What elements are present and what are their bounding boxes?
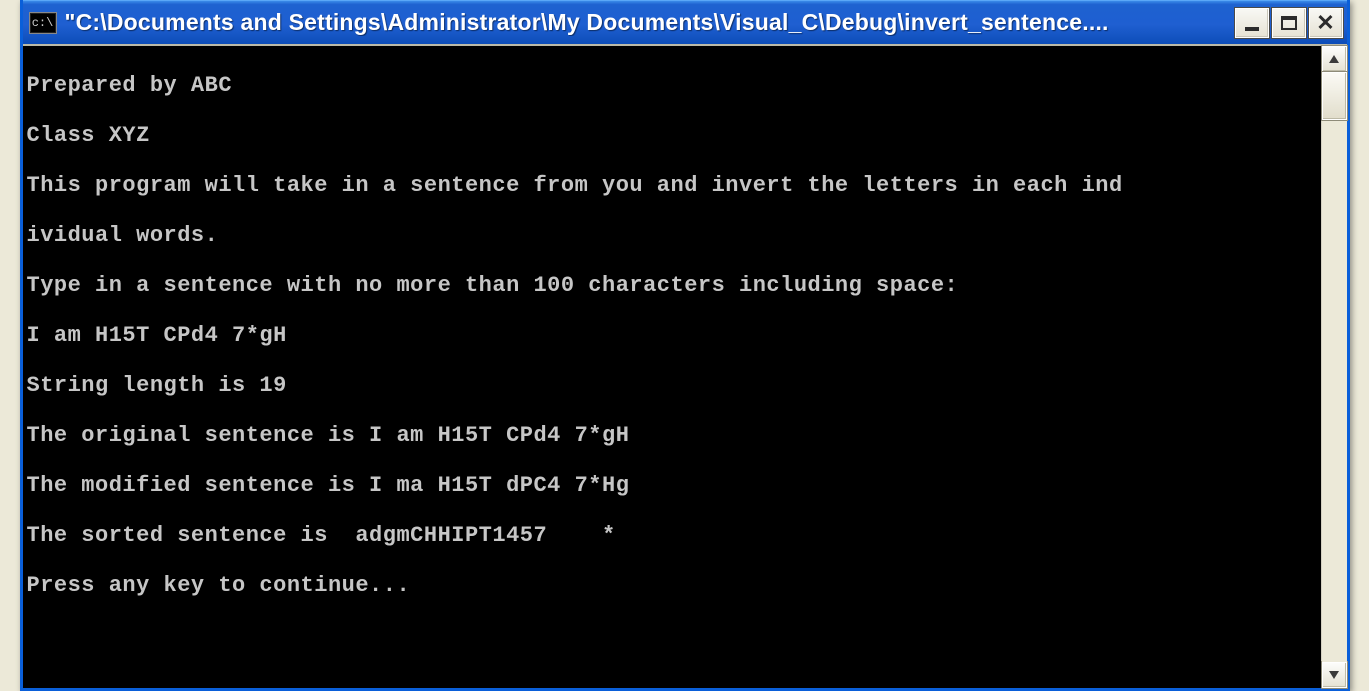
console-line: The modified sentence is I ma H15T dPC4 … [27,473,1321,498]
maximize-icon [1281,16,1297,30]
console-line: The original sentence is I am H15T CPd4 … [27,423,1321,448]
window-title: "C:\Documents and Settings\Administrator… [65,9,1229,36]
console-line: I am H15T CPd4 7*gH [27,323,1321,348]
console-line: This program will take in a sentence fro… [27,173,1321,198]
window-controls: ✕ [1235,8,1343,38]
titlebar[interactable]: c:\ "C:\Documents and Settings\Administr… [23,0,1347,44]
console-line: Press any key to continue... [27,573,1321,598]
console-output: Prepared by ABC Class XYZ This program w… [23,46,1321,688]
console-line: ividual words. [27,223,1321,248]
chevron-up-icon [1329,55,1339,63]
chevron-down-icon [1329,671,1339,679]
minimize-icon [1245,27,1259,31]
console-line: String length is 19 [27,373,1321,398]
console-window: c:\ "C:\Documents and Settings\Administr… [20,0,1350,691]
scroll-thumb[interactable] [1322,72,1347,120]
cmd-icon: c:\ [29,12,57,34]
console-line: The sorted sentence is adgmCHHIPT1457 * [27,523,1321,548]
client-area: Prepared by ABC Class XYZ This program w… [23,44,1347,688]
close-button[interactable]: ✕ [1309,8,1343,38]
console-line: Type in a sentence with no more than 100… [27,273,1321,298]
close-icon: ✕ [1316,12,1334,34]
scroll-up-button[interactable] [1322,46,1347,72]
console-line: Prepared by ABC [27,73,1321,98]
vertical-scrollbar[interactable] [1321,46,1347,688]
console-line: Class XYZ [27,123,1321,148]
maximize-button[interactable] [1272,8,1306,38]
scroll-track[interactable] [1322,72,1347,662]
scroll-down-button[interactable] [1322,662,1347,688]
minimize-button[interactable] [1235,8,1269,38]
